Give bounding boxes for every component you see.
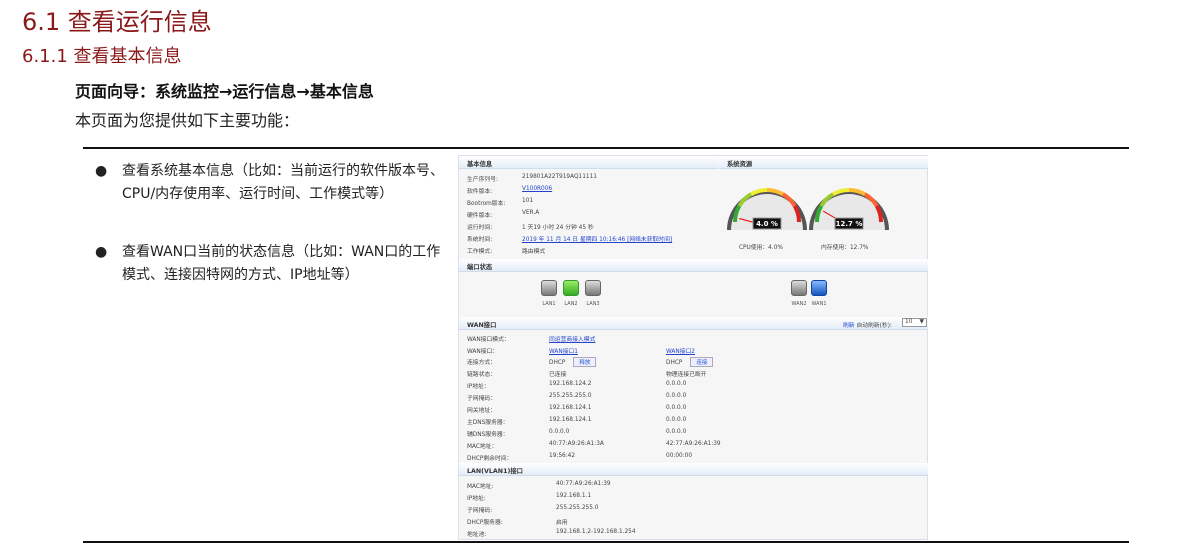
- conn1-value: DHCP: [549, 360, 566, 366]
- page-navigation: 页面向导：系统监控→运行信息→基本信息: [75, 82, 374, 101]
- wan-mode-link[interactable]: 同运营商接入模式: [549, 334, 595, 343]
- port-label: WAN2: [791, 301, 807, 307]
- port-label: WAN1: [811, 301, 827, 307]
- wan2-value: 0.0.0.0: [666, 405, 687, 411]
- basic-info-label: 工作模式:: [467, 249, 493, 255]
- basic-info-value: 路由模式: [522, 249, 546, 255]
- memory-gauge: 12.7 %: [809, 188, 889, 230]
- port-lan2-icon[interactable]: [563, 280, 579, 296]
- auto-refresh-select[interactable]: 10 ▼: [902, 318, 927, 327]
- cpu-gauge: 4.0 %: [727, 188, 807, 230]
- wan2-value: 0.0.0.0: [666, 393, 687, 399]
- wan-row-label: DHCP剩余时间：: [467, 456, 513, 462]
- basic-info-label: Bootrom版本:: [467, 201, 506, 207]
- lan-row-value: 40:77:A9:26:A1:39: [556, 481, 611, 487]
- release-button[interactable]: 释放: [573, 357, 597, 367]
- table-bottom-rule: [83, 541, 1129, 543]
- basic-info-value: 219801A22T919AQ11111: [522, 174, 597, 180]
- wan1-value: 192.168.124.1: [549, 405, 592, 411]
- wan1-value: 已连接: [549, 372, 567, 378]
- basic-info-value[interactable]: V100R006: [522, 186, 552, 192]
- lan-row-label: 地址池:: [467, 532, 487, 538]
- wan1-value: 40:77:A9:26:A1:3A: [549, 441, 604, 447]
- svg-text:12.7 %: 12.7 %: [836, 220, 863, 228]
- basic-info-label: 硬件版本:: [467, 213, 493, 219]
- wan2-value: 42:77:A9:26:A1:39: [666, 441, 721, 447]
- port-lan3-icon[interactable]: [585, 280, 601, 296]
- wan-row-label: MAC地址：: [467, 444, 498, 450]
- auto-refresh-label: 自动刷新(秒):: [856, 323, 892, 329]
- port-wan1-icon[interactable]: [811, 280, 827, 296]
- section-title: 6.1 查看运行信息: [22, 8, 212, 36]
- wan1-value: 255.255.255.0: [549, 393, 592, 399]
- wan-mode-label: WAN接口模式：: [467, 337, 510, 343]
- lan-row-label: MAC地址:: [467, 484, 494, 490]
- basic-info-value: VER.A: [522, 210, 540, 216]
- wan2-value: 物理连接已断开: [666, 372, 707, 378]
- resources-header: 系统资源: [719, 156, 928, 169]
- wan-row-label: 子网掩码：: [467, 396, 496, 402]
- wan-row-label: 主DNS服务器：: [467, 420, 509, 426]
- lan-row-value: 255.255.255.0: [556, 505, 599, 511]
- lan-row-value: 192.168.1.2-192.168.1.254: [556, 529, 636, 535]
- basic-info-label: 软件版本:: [467, 189, 493, 195]
- svg-text:4.0 %: 4.0 %: [756, 220, 778, 228]
- wan1-value: 0.0.0.0: [549, 429, 570, 435]
- connect-button[interactable]: 连接: [690, 357, 714, 367]
- wan2-value: 0.0.0.0: [666, 381, 687, 387]
- basic-info-value[interactable]: 2019 年 11 月 14 日 星期四 10:16:46 [网络未获取时间]: [522, 234, 672, 243]
- wan-port-label: WAN接口：: [467, 349, 499, 355]
- port-lan1-icon[interactable]: [541, 280, 557, 296]
- chevron-down-icon: ▼: [919, 319, 924, 325]
- wan2-value: 00:00:00: [666, 453, 693, 459]
- wan-row-label: 链路状态：: [467, 372, 496, 378]
- basic-info-header: 基本信息: [459, 156, 718, 169]
- lan-row-value: 192.168.1.1: [556, 493, 592, 499]
- conn-type-label: 连接方式：: [467, 360, 496, 366]
- cpu-usage-label: CPU使用：4.0%: [739, 245, 783, 251]
- intro-text: 本页面为您提供如下主要功能：: [75, 111, 300, 130]
- port-label: LAN2: [564, 301, 578, 307]
- basic-info-label: 运行时间:: [467, 225, 493, 231]
- wan1-value: 19:56:42: [549, 453, 576, 459]
- wan2-value: 0.0.0.0: [666, 417, 687, 423]
- lan-row-value: 启用: [556, 520, 568, 526]
- lan-row-label: 子网掩码:: [467, 508, 493, 514]
- subsection-title: 6.1.1 查看基本信息: [22, 46, 182, 67]
- port-label: LAN1: [542, 301, 556, 307]
- refresh-link[interactable]: 刷新: [843, 323, 855, 329]
- port-status-header: 端口状态: [459, 259, 928, 272]
- wan-row-label: 网关地址：: [467, 408, 496, 414]
- port-wan2-icon[interactable]: [791, 280, 807, 296]
- device-screenshot: 基本信息 系统资源 生产序列号: 219801A22T919AQ11111 软件版…: [458, 155, 928, 540]
- wan-row-label: IP地址：: [467, 384, 490, 390]
- basic-info-label: 系统时间:: [467, 237, 493, 243]
- wan-row-label: 辅DNS服务器：: [467, 432, 509, 438]
- wan2-value: 0.0.0.0: [666, 429, 687, 435]
- basic-info-label: 生产序列号:: [467, 177, 498, 183]
- lan-row-label: DHCP服务器:: [467, 520, 503, 526]
- conn2-value: DHCP: [666, 360, 683, 366]
- wan-port2-link[interactable]: WAN接口2: [666, 346, 695, 355]
- wan1-value: 192.168.124.2: [549, 381, 592, 387]
- basic-info-value: 101: [522, 198, 534, 204]
- wan1-value: 192.168.124.1: [549, 417, 592, 423]
- basic-info-value: 1 天19 小时 24 分钟 45 秒: [522, 225, 594, 231]
- table-top-rule: [83, 147, 1129, 149]
- wan-port1-link[interactable]: WAN接口1: [549, 346, 578, 355]
- lan-row-label: IP地址:: [467, 496, 486, 502]
- lan-header: LAN(VLAN1)接口: [459, 463, 928, 476]
- port-label: LAN3: [586, 301, 600, 307]
- memory-usage-label: 内存使用：12.7%: [821, 245, 869, 251]
